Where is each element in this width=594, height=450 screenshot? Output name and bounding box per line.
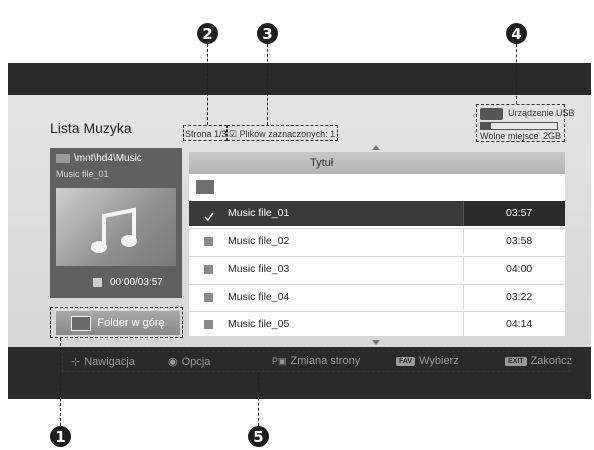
file-duration: 04:00 bbox=[506, 263, 533, 275]
checkbox[interactable] bbox=[204, 209, 214, 222]
list-item[interactable]: Music file_05 04:14 bbox=[189, 311, 565, 336]
page-title: Lista Muzyka bbox=[50, 120, 132, 136]
checkbox[interactable] bbox=[204, 237, 213, 246]
playback-time: 00:00/03:57 bbox=[110, 277, 163, 288]
file-duration: 03:22 bbox=[506, 291, 533, 303]
callout-box-selected bbox=[227, 125, 338, 141]
leader-line-5 bbox=[258, 372, 259, 426]
list-item[interactable]: Music file_01 03:57 bbox=[189, 201, 565, 226]
file-duration: 03:57 bbox=[506, 207, 533, 219]
file-name: Music file_02 bbox=[228, 235, 290, 247]
callout-5: 5 bbox=[248, 426, 269, 447]
list-header bbox=[189, 152, 565, 174]
checkbox[interactable] bbox=[204, 293, 213, 302]
leader-line-2 bbox=[207, 44, 208, 125]
file-name: Music file_05 bbox=[228, 318, 290, 330]
scroll-up-icon[interactable] bbox=[372, 145, 380, 150]
preview-path-text: \mnt\hd4\Music bbox=[74, 153, 142, 164]
callout-1: 1 bbox=[50, 426, 71, 447]
callout-2: 2 bbox=[197, 23, 218, 44]
callout-4: 4 bbox=[506, 23, 527, 44]
music-note-icon bbox=[91, 207, 137, 253]
parent-folder-row[interactable] bbox=[189, 174, 565, 201]
callout-box-folder-up bbox=[50, 307, 183, 338]
preview-file-name: Music file_01 bbox=[56, 169, 109, 179]
parent-folder-icon[interactable] bbox=[196, 180, 214, 194]
callout-box-page bbox=[183, 125, 227, 141]
folder-icon bbox=[56, 153, 70, 163]
callout-3: 3 bbox=[257, 23, 278, 44]
scroll-down-icon[interactable] bbox=[372, 340, 380, 345]
file-name: Music file_04 bbox=[228, 291, 290, 303]
list-item[interactable]: Music file_02 03:58 bbox=[189, 228, 565, 253]
callout-box-nav bbox=[62, 351, 570, 372]
checkbox[interactable] bbox=[204, 265, 213, 274]
stop-icon bbox=[93, 278, 102, 287]
list-item[interactable]: Music file_03 04:00 bbox=[189, 256, 565, 281]
list-item[interactable]: Music file_04 03:22 bbox=[189, 284, 565, 309]
file-name: Music file_01 bbox=[228, 207, 290, 219]
file-duration: 03:58 bbox=[506, 235, 533, 247]
leader-line-4 bbox=[516, 44, 517, 104]
column-title-header: Tytuł bbox=[310, 157, 334, 169]
leader-line-1 bbox=[60, 338, 61, 426]
preview-path: \mnt\hd4\Music bbox=[56, 153, 142, 164]
leader-line-3 bbox=[267, 44, 268, 125]
checkbox[interactable] bbox=[204, 320, 213, 329]
top-bar bbox=[8, 63, 591, 95]
file-duration: 04:14 bbox=[506, 318, 533, 330]
album-art bbox=[56, 188, 176, 266]
check-icon bbox=[204, 212, 214, 222]
callout-box-usb bbox=[476, 104, 565, 142]
file-name: Music file_03 bbox=[228, 263, 290, 275]
